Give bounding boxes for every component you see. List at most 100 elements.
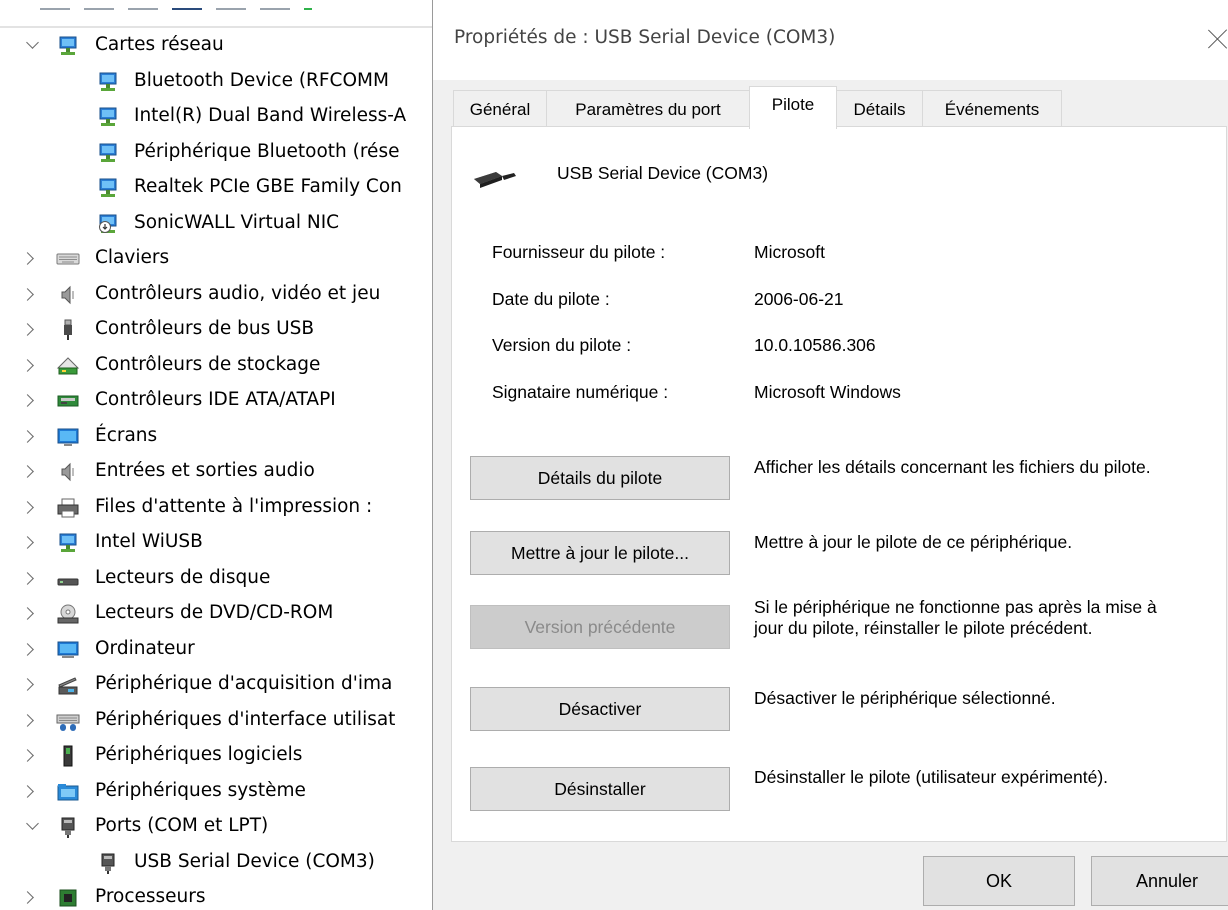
tree-item-acquisition-image[interactable]: Périphérique d'acquisition d'ima bbox=[0, 668, 440, 704]
tree-item-label: Entrées et sorties audio bbox=[95, 460, 315, 481]
chevron-right-icon[interactable] bbox=[21, 571, 34, 585]
tree-item-sonicwall[interactable]: SonicWALL Virtual NIC bbox=[0, 207, 440, 243]
tree-item-claviers[interactable]: Claviers bbox=[0, 242, 440, 278]
printer-icon bbox=[57, 498, 79, 517]
network-adapter-icon bbox=[59, 36, 77, 55]
tree-item-label: Lecteurs de DVD/CD-ROM bbox=[95, 602, 334, 623]
close-icon[interactable] bbox=[1203, 20, 1228, 56]
driver-details-description: Afficher les détails concernant les fich… bbox=[754, 457, 1151, 477]
tree-item-label: Contrôleurs IDE ATA/ATAPI bbox=[95, 389, 336, 410]
tab-parametres-du-port[interactable]: Paramètres du port bbox=[546, 90, 750, 128]
toolbar-button[interactable] bbox=[260, 0, 290, 10]
device-tree-list: Cartes réseau Bluetooth Device (RFCOMM I… bbox=[0, 29, 440, 910]
tree-item-lecteurs-dvd[interactable]: Lecteurs de DVD/CD-ROM bbox=[0, 597, 440, 633]
tree-item-peripherique-bluetooth[interactable]: Périphérique Bluetooth (rése bbox=[0, 136, 440, 172]
chevron-right-icon[interactable] bbox=[21, 891, 34, 904]
port-icon bbox=[61, 817, 75, 838]
disable-device-description: Désactiver le périphérique sélectionné. bbox=[754, 688, 1056, 708]
tree-item-label: Ordinateur bbox=[95, 637, 195, 659]
tree-item-label: Périphériques système bbox=[95, 779, 306, 801]
tree-item-ports[interactable]: Ports (COM et LPT) bbox=[0, 810, 440, 846]
chevron-right-icon[interactable] bbox=[21, 784, 34, 798]
tab-general[interactable]: Général bbox=[453, 90, 547, 128]
network-adapter-icon bbox=[99, 107, 117, 126]
virtual-nic-icon bbox=[99, 214, 117, 233]
tree-item-label: Contrôleurs de stockage bbox=[95, 353, 321, 375]
tree-item-processeurs[interactable]: Processeurs bbox=[0, 881, 440, 910]
tab-evenements[interactable]: Événements bbox=[922, 90, 1062, 128]
tree-item-lecteurs-disque[interactable]: Lecteurs de disque bbox=[0, 562, 440, 598]
tree-item-usb-serial-device[interactable]: USB Serial Device (COM3) bbox=[0, 846, 440, 882]
tree-item-cartes-reseau[interactable]: Cartes réseau bbox=[0, 29, 440, 65]
roll-back-driver-description: Si le périphérique ne fonctionne pas apr… bbox=[754, 597, 1157, 638]
keyboard-icon bbox=[56, 253, 80, 265]
toolbar-button[interactable] bbox=[128, 0, 158, 10]
tree-item-label: Claviers bbox=[95, 247, 170, 268]
network-adapter-icon bbox=[99, 143, 117, 162]
tree-item-intel-wireless[interactable]: Intel(R) Dual Band Wireless-A bbox=[0, 100, 440, 136]
chevron-right-icon[interactable] bbox=[21, 749, 34, 762]
tree-item-controleurs-usb[interactable]: Contrôleurs de bus USB bbox=[0, 313, 440, 349]
tree-item-label: Files d'attente à l'impression : bbox=[95, 495, 373, 517]
serial-cable-icon bbox=[474, 172, 516, 188]
chevron-right-icon[interactable] bbox=[21, 500, 34, 514]
chevron-right-icon[interactable] bbox=[21, 287, 34, 301]
dialog-titlebar[interactable]: Propriétés de : USB Serial Device (COM3) bbox=[433, 0, 1228, 80]
tree-item-intel-wiusb[interactable]: Intel WiUSB bbox=[0, 526, 440, 562]
toolbar-button[interactable] bbox=[40, 0, 70, 10]
chevron-right-icon[interactable] bbox=[21, 607, 34, 620]
chevron-right-icon[interactable] bbox=[21, 394, 34, 407]
software-device-icon bbox=[63, 745, 73, 767]
chevron-right-icon[interactable] bbox=[21, 642, 34, 656]
tree-item-label: Écrans bbox=[95, 424, 158, 446]
tree-item-ordinateur[interactable]: Ordinateur bbox=[0, 633, 440, 669]
tab-pilote[interactable]: Pilote bbox=[749, 86, 837, 129]
cancel-button[interactable]: Annuler bbox=[1091, 856, 1228, 906]
tree-item-label: Realtek PCIe GBE Family Con bbox=[134, 176, 402, 197]
disable-device-button[interactable]: Désactiver bbox=[470, 687, 730, 731]
chevron-down-icon[interactable] bbox=[26, 817, 39, 830]
chevron-right-icon[interactable] bbox=[21, 678, 34, 691]
tree-item-interface-utilisateur[interactable]: Périphériques d'interface utilisat bbox=[0, 704, 440, 740]
ok-button[interactable]: OK bbox=[923, 856, 1075, 906]
chevron-right-icon[interactable] bbox=[21, 429, 34, 443]
system-folder-icon bbox=[57, 783, 79, 800]
chevron-right-icon[interactable] bbox=[21, 358, 34, 372]
update-driver-button[interactable]: Mettre à jour le pilote... bbox=[470, 531, 730, 575]
tree-item-controleurs-stockage[interactable]: Contrôleurs de stockage bbox=[0, 349, 440, 385]
device-name: USB Serial Device (COM3) bbox=[557, 163, 769, 183]
tree-item-label: Contrôleurs de bus USB bbox=[95, 318, 315, 339]
tree-item-controleurs-ide[interactable]: Contrôleurs IDE ATA/ATAPI bbox=[0, 384, 440, 420]
tree-item-entrees-sorties-audio[interactable]: Entrées et sorties audio bbox=[0, 455, 440, 491]
tab-panel-pilote: USB Serial Device (COM3) Fournisseur du … bbox=[451, 126, 1227, 842]
processor-icon bbox=[59, 889, 77, 907]
toolbar-button[interactable] bbox=[304, 0, 312, 10]
chevron-down-icon[interactable] bbox=[26, 36, 39, 49]
toolbar-button[interactable] bbox=[84, 0, 114, 10]
tree-item-bluetooth-rfcomm[interactable]: Bluetooth Device (RFCOMM bbox=[0, 65, 440, 101]
chevron-right-icon[interactable] bbox=[21, 252, 34, 265]
tree-item-ecrans[interactable]: Écrans bbox=[0, 420, 440, 456]
tree-item-label: USB Serial Device (COM3) bbox=[134, 850, 375, 872]
storage-controller-icon bbox=[56, 356, 80, 374]
driver-details-button[interactable]: Détails du pilote bbox=[470, 456, 730, 500]
speaker-icon bbox=[61, 462, 74, 482]
tree-item-peripheriques-systeme[interactable]: Périphériques système bbox=[0, 775, 440, 811]
network-adapter-icon bbox=[99, 178, 117, 197]
tree-item-files-attente[interactable]: Files d'attente à l'impression : bbox=[0, 491, 440, 527]
tree-item-realtek[interactable]: Realtek PCIe GBE Family Con bbox=[0, 171, 440, 207]
tree-item-controleurs-audio[interactable]: Contrôleurs audio, vidéo et jeu bbox=[0, 278, 440, 314]
uninstall-driver-button[interactable]: Désinstaller bbox=[470, 767, 730, 811]
tree-item-label: Processeurs bbox=[95, 886, 206, 907]
speaker-icon bbox=[61, 285, 74, 304]
chevron-right-icon[interactable] bbox=[21, 536, 34, 549]
properties-dialog: Propriétés de : USB Serial Device (COM3)… bbox=[432, 0, 1228, 910]
dvd-drive-icon bbox=[57, 604, 79, 624]
tab-details[interactable]: Détails bbox=[836, 90, 923, 128]
toolbar-button[interactable] bbox=[216, 0, 246, 10]
chevron-right-icon[interactable] bbox=[21, 465, 34, 478]
tree-item-peripheriques-logiciels[interactable]: Périphériques logiciels bbox=[0, 739, 440, 775]
toolbar-button[interactable] bbox=[172, 0, 202, 10]
chevron-right-icon[interactable] bbox=[21, 323, 34, 336]
chevron-right-icon[interactable] bbox=[21, 713, 34, 727]
